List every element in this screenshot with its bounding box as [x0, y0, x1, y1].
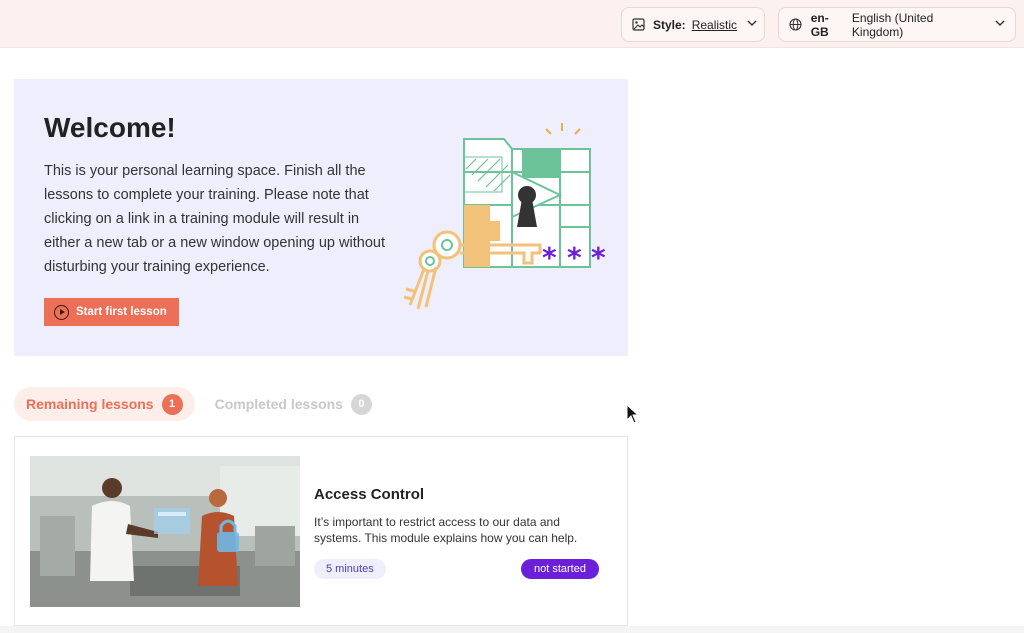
- duration-badge: 5 minutes: [314, 559, 386, 579]
- status-badge: not started: [521, 559, 599, 579]
- tab-label: Completed lessons: [214, 396, 343, 412]
- svg-text:*: *: [567, 241, 582, 274]
- cursor-icon: [626, 404, 640, 424]
- keys-and-lock-illustration: * * *: [403, 123, 606, 310]
- style-value: Realistic: [691, 17, 738, 32]
- bottom-divider: [0, 626, 1024, 633]
- tab-label: Remaining lessons: [26, 396, 154, 412]
- globe-icon: [789, 18, 803, 32]
- svg-text:*: *: [542, 241, 557, 274]
- count-badge: 0: [350, 393, 372, 415]
- start-button-label: Start first lesson: [76, 306, 167, 318]
- tab-remaining-lessons[interactable]: Remaining lessons 1: [14, 387, 195, 421]
- style-label: Style:: [653, 17, 686, 32]
- style-select[interactable]: Style: Realistic: [621, 7, 765, 42]
- play-icon: [54, 304, 69, 320]
- welcome-title: Welcome!: [44, 112, 176, 143]
- lesson-title: Access Control: [314, 486, 425, 503]
- top-bar: Style: Realistic en-GB English (United K…: [0, 0, 1024, 48]
- lesson-thumbnail: [30, 456, 300, 607]
- language-name: English (United Kingdom): [851, 10, 934, 39]
- count-badge: 1: [161, 393, 183, 415]
- lesson-tabs: Remaining lessons 1 Completed lessons 0: [14, 387, 392, 421]
- image-icon: [632, 18, 645, 32]
- lesson-description: It’s important to restrict access to our…: [314, 515, 578, 545]
- chevron-down-icon: [747, 19, 757, 30]
- lesson-card[interactable]: Access Control It’s important to restric…: [14, 436, 628, 626]
- tab-completed-lessons[interactable]: Completed lessons 0: [203, 387, 384, 421]
- start-first-lesson-button[interactable]: Start first lesson: [44, 298, 179, 326]
- svg-text:*: *: [591, 241, 606, 274]
- welcome-text: This is your personal learning space. Fi…: [44, 163, 385, 275]
- language-select[interactable]: en-GB English (United Kingdom): [778, 7, 1016, 42]
- language-code: en-GB: [810, 10, 829, 39]
- welcome-panel: Welcome! This is your personal learning …: [14, 79, 628, 356]
- chevron-down-icon: [995, 19, 1005, 30]
